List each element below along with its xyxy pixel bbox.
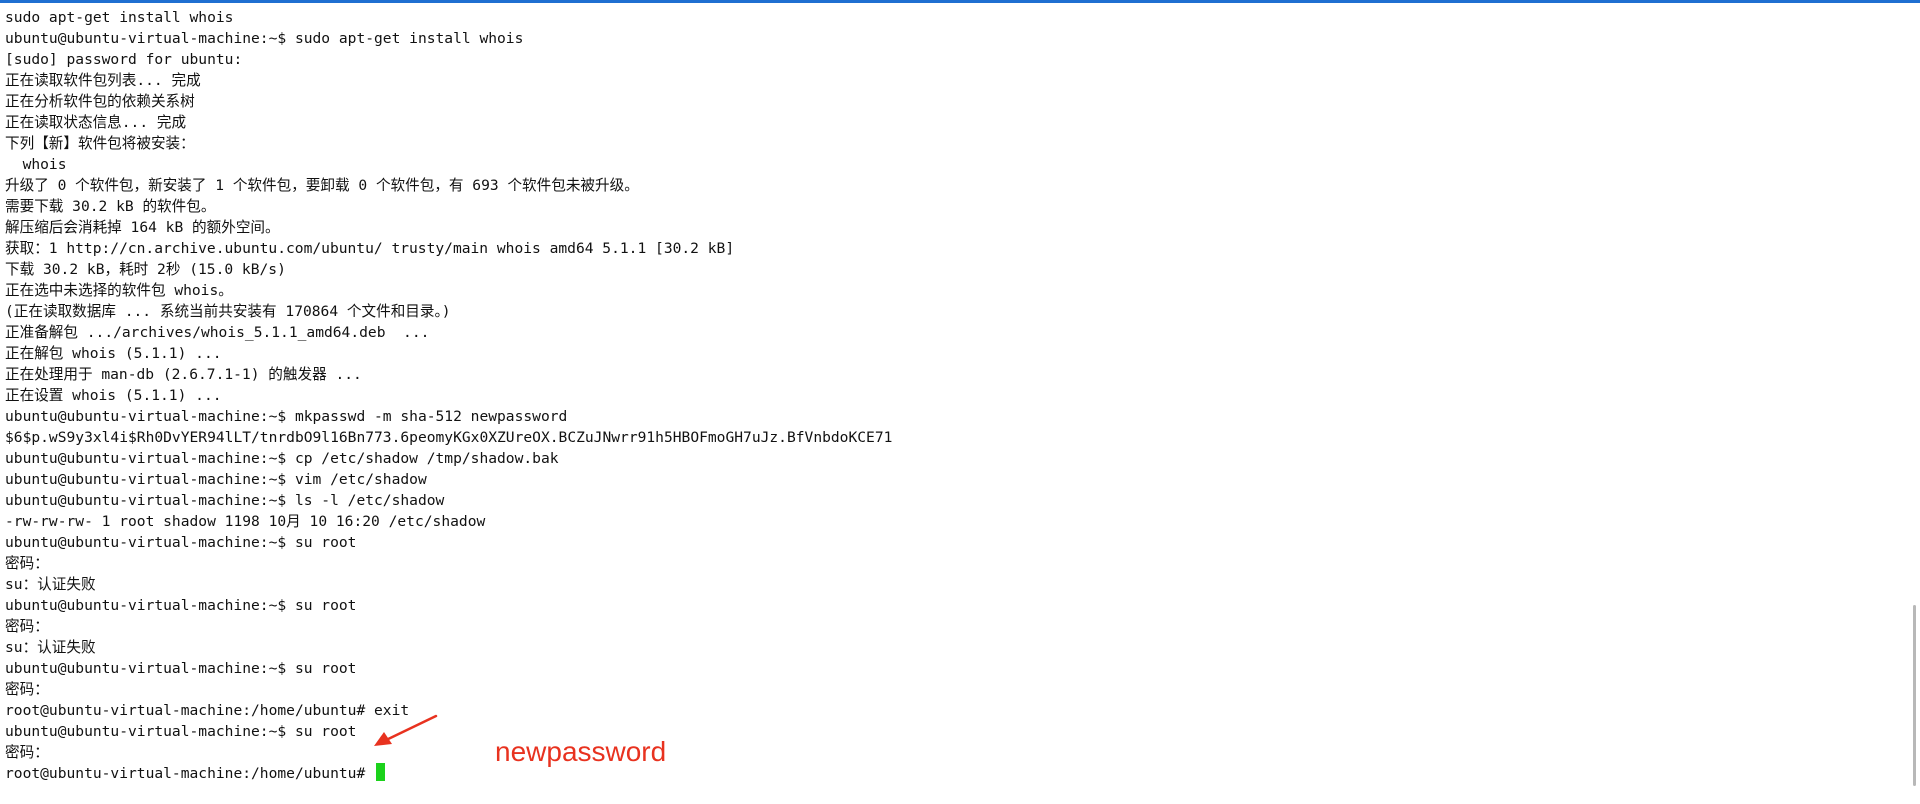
terminal-line: root@ubuntu-virtual-machine:/home/ubuntu…: [5, 702, 410, 719]
terminal-line: 密码：: [5, 555, 49, 572]
terminal-line: 正在处理用于 man-db (2.6.7.1-1) 的触发器 ...: [5, 366, 362, 383]
terminal-line: ubuntu@ubuntu-virtual-machine:~$ su root: [5, 723, 357, 740]
annotation-arrow-icon: [374, 714, 438, 746]
terminal-line: ubuntu@ubuntu-virtual-machine:~$ vim /et…: [5, 471, 427, 488]
terminal-line: 正在读取状态信息... 完成: [5, 114, 187, 131]
terminal-line: su：认证失败: [5, 576, 96, 593]
terminal-line: 获取：1 http://cn.archive.ubuntu.com/ubuntu…: [5, 240, 735, 257]
terminal-output: sudo apt-get install whois ubuntu@ubuntu…: [5, 7, 892, 784]
terminal-line: 下载 30.2 kB，耗时 2秒 (15.0 kB/s): [5, 261, 286, 278]
terminal-line: 正在设置 whois (5.1.1) ...: [5, 387, 222, 404]
prompt-text: root@ubuntu-virtual-machine:/home/ubuntu…: [5, 765, 375, 782]
vertical-scrollbar[interactable]: [1910, 3, 1920, 804]
terminal-line: 正在分析软件包的依赖关系树: [5, 93, 195, 110]
annotation-label: newpassword: [495, 736, 667, 767]
terminal-line: sudo apt-get install whois: [5, 9, 234, 26]
terminal-line: ubuntu@ubuntu-virtual-machine:~$ ls -l /…: [5, 492, 445, 509]
terminal-line: 需要下载 30.2 kB 的软件包。: [5, 198, 216, 215]
terminal-line: 密码：: [5, 744, 49, 761]
terminal-line: 解压缩后会消耗掉 164 kB 的额外空间。: [5, 219, 280, 236]
window-top-border: [0, 0, 1920, 3]
terminal-line: su：认证失败: [5, 639, 96, 656]
terminal-line: ubuntu@ubuntu-virtual-machine:~$ su root: [5, 660, 357, 677]
text-cursor: [376, 763, 386, 781]
terminal-line: -rw-rw-rw- 1 root shadow 1198 10月 10 16:…: [5, 513, 486, 530]
terminal-window[interactable]: sudo apt-get install whois ubuntu@ubuntu…: [0, 0, 1920, 804]
terminal-prompt-line[interactable]: root@ubuntu-virtual-machine:/home/ubuntu…: [5, 763, 892, 784]
terminal-line: ubuntu@ubuntu-virtual-machine:~$ su root: [5, 534, 357, 551]
terminal-line: $6$p.wS9y3xl4i$Rh0DvYER94lLT/tnrdbO9l16B…: [5, 429, 893, 446]
scrollbar-thumb[interactable]: [1913, 605, 1916, 786]
terminal-line: 密码：: [5, 681, 49, 698]
terminal-line: [sudo] password for ubuntu:: [5, 51, 243, 68]
terminal-line: 正在选中未选择的软件包 whois。: [5, 282, 233, 299]
terminal-line: ubuntu@ubuntu-virtual-machine:~$ su root: [5, 597, 357, 614]
terminal-line: ubuntu@ubuntu-virtual-machine:~$ mkpassw…: [5, 408, 568, 425]
terminal-line: 下列【新】软件包将被安装：: [5, 135, 195, 152]
terminal-line: 正准备解包 .../archives/whois_5.1.1_amd64.deb…: [5, 324, 430, 341]
terminal-line: (正在读取数据库 ... 系统当前共安装有 170864 个文件和目录。): [5, 303, 451, 320]
terminal-line: ubuntu@ubuntu-virtual-machine:~$ cp /etc…: [5, 450, 559, 467]
terminal-line: ubuntu@ubuntu-virtual-machine:~$ sudo ap…: [5, 30, 524, 47]
terminal-line: 正在读取软件包列表... 完成: [5, 72, 201, 89]
terminal-line: whois: [5, 156, 67, 173]
terminal-line: 密码：: [5, 618, 49, 635]
terminal-line: 正在解包 whois (5.1.1) ...: [5, 345, 222, 362]
terminal-line: 升级了 0 个软件包，新安装了 1 个软件包，要卸载 0 个软件包，有 693 …: [5, 177, 639, 194]
